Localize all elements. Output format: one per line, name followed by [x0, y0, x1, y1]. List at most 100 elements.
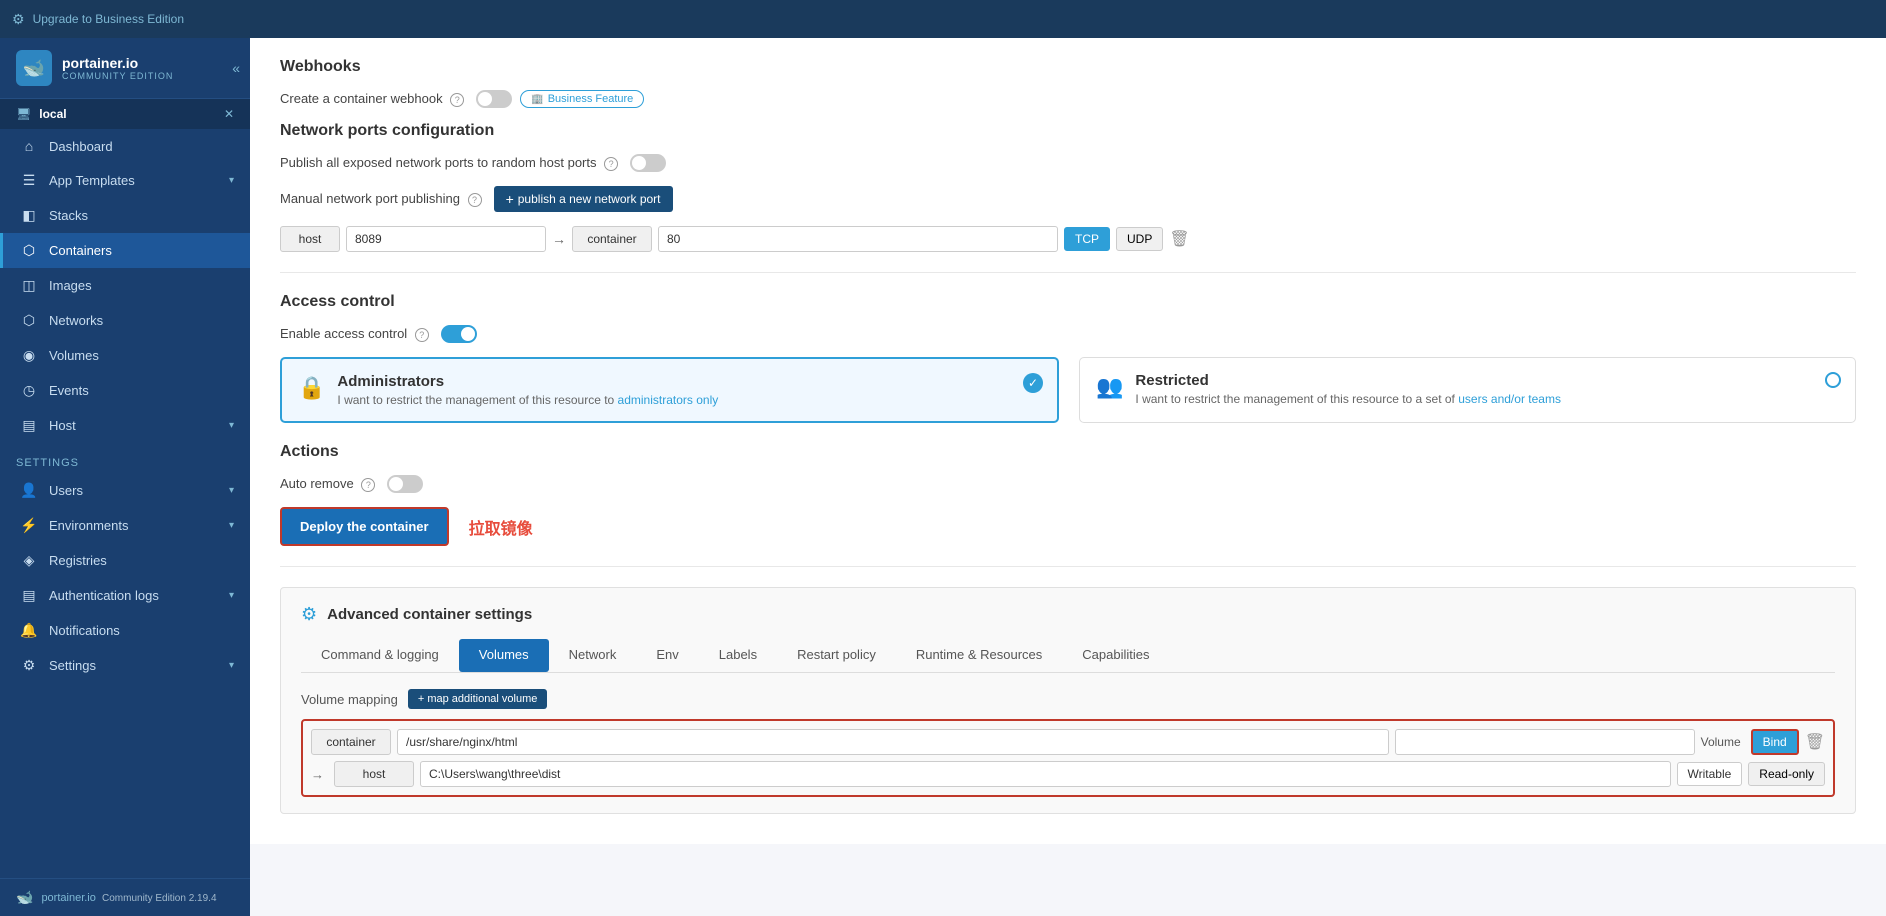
footer-text: portainer.io Community Edition 2.19.4 [41, 892, 216, 904]
env-icon: 🖥 [16, 107, 31, 121]
webhook-create-label: Create a container webhook ? [280, 91, 464, 107]
auto-remove-row: Auto remove ? [280, 475, 1856, 493]
registries-icon: ◈ [19, 552, 39, 569]
upgrade-icon: ⚙ [12, 11, 25, 28]
auto-remove-help-icon[interactable]: ? [361, 478, 375, 492]
upgrade-banner[interactable]: ⚙ Upgrade to Business Edition [0, 0, 1886, 38]
advanced-header: ⚙ Advanced container settings [301, 604, 1835, 625]
sidebar-label-events: Events [49, 383, 234, 398]
sidebar-item-networks[interactable]: ⬡ Networks [0, 303, 250, 338]
sidebar-item-volumes[interactable]: ◉ Volumes [0, 338, 250, 373]
volume-mapping-header: Volume mapping + map additional volume [301, 689, 1835, 709]
sidebar-item-dashboard[interactable]: ⌂ Dashboard [0, 129, 250, 163]
env-close-btn[interactable]: ✕ [224, 107, 234, 121]
upgrade-label: Upgrade to Business Edition [33, 12, 184, 26]
advanced-tabs-bar: Command & logging Volumes Network Env La… [301, 639, 1835, 673]
host-port-input[interactable] [346, 226, 546, 252]
logo-icon: 🐋 [16, 50, 52, 86]
access-control-toggle[interactable] [441, 325, 477, 343]
map-additional-volume-btn[interactable]: + map additional volume [408, 689, 548, 709]
tcp-btn[interactable]: TCP [1064, 227, 1110, 251]
sidebar-label-auth-logs: Authentication logs [49, 588, 229, 603]
bind-btn[interactable]: Bind [1751, 729, 1799, 755]
vol-container-host-path[interactable] [1395, 729, 1695, 755]
business-badge-icon: 🏢 [531, 94, 543, 105]
delete-port-btn[interactable]: 🗑 [1169, 229, 1189, 249]
tab-runtime-resources[interactable]: Runtime & Resources [896, 639, 1062, 672]
tab-volumes[interactable]: Volumes [459, 639, 549, 672]
tab-network[interactable]: Network [549, 639, 637, 672]
deploy-container-btn[interactable]: Deploy the container [280, 507, 449, 546]
container-label-input [572, 226, 652, 252]
sidebar-item-settings[interactable]: ⚙ Settings ▾ [0, 648, 250, 683]
port-mapping-row: → TCP UDP 🗑 [280, 226, 1856, 252]
volume-table: Volume Bind 🗑 → Writable Read-only [301, 719, 1835, 797]
volume-map-title: Volume mapping [301, 692, 398, 707]
sidebar-item-containers[interactable]: ⬡ Containers [0, 233, 250, 268]
vol-host-path[interactable] [420, 761, 1671, 787]
sidebar-item-users[interactable]: 👤 Users ▾ [0, 473, 250, 508]
auto-remove-toggle[interactable] [387, 475, 423, 493]
publish-all-toggle[interactable] [630, 154, 666, 172]
udp-btn[interactable]: UDP [1116, 227, 1163, 251]
webhook-toggle[interactable] [476, 90, 512, 108]
home-icon: ⌂ [19, 138, 39, 154]
container-port-input[interactable] [658, 226, 1058, 252]
access-card-administrators[interactable]: 🔒 Administrators I want to restrict the … [280, 357, 1059, 423]
chevron-env-icon: ▾ [229, 520, 234, 531]
webhook-help-icon[interactable]: ? [450, 93, 464, 107]
divider-1 [280, 272, 1856, 273]
access-cards-container: 🔒 Administrators I want to restrict the … [280, 357, 1856, 423]
sidebar-item-stacks[interactable]: ◧ Stacks [0, 198, 250, 233]
sidebar-item-app-templates[interactable]: ☰ App Templates ▾ [0, 163, 250, 198]
auth-logs-icon: ▤ [19, 587, 39, 604]
vol-container-path[interactable] [397, 729, 1389, 755]
sidebar-item-host[interactable]: ▤ Host ▾ [0, 408, 250, 443]
footer-brand: portainer.io [41, 892, 95, 904]
enable-ac-help-icon[interactable]: ? [415, 328, 429, 342]
networks-icon: ⬡ [19, 312, 39, 329]
manual-port-row: Manual network port publishing ? + publi… [280, 186, 1856, 212]
webhooks-title: Webhooks [280, 58, 1856, 76]
sidebar-item-registries[interactable]: ◈ Registries [0, 543, 250, 578]
tab-env[interactable]: Env [636, 639, 698, 672]
sidebar-item-images[interactable]: ◫ Images [0, 268, 250, 303]
writable-btn[interactable]: Writable [1677, 762, 1743, 786]
sidebar-label-registries: Registries [49, 553, 234, 568]
manual-port-help-icon[interactable]: ? [468, 193, 482, 207]
sidebar-item-events[interactable]: ◷ Events [0, 373, 250, 408]
tab-restart-policy[interactable]: Restart policy [777, 639, 896, 672]
readonly-btn[interactable]: Read-only [1748, 762, 1825, 786]
sidebar-item-notifications[interactable]: 🔔 Notifications [0, 613, 250, 648]
vol-container-label [311, 729, 391, 755]
logo-edition: COMMUNITY EDITION [62, 71, 173, 81]
footer-logo-icon: 🐋 [16, 889, 33, 906]
access-card-restricted[interactable]: 👥 Restricted I want to restrict the mana… [1079, 357, 1856, 423]
delete-vol-row-btn[interactable]: 🗑 [1805, 732, 1825, 752]
restricted-radio[interactable] [1825, 372, 1841, 388]
access-control-row: Enable access control ? [280, 325, 1856, 343]
restricted-icon: 👥 [1096, 374, 1123, 400]
tab-command-logging[interactable]: Command & logging [301, 639, 459, 672]
sidebar-item-auth-logs[interactable]: ▤ Authentication logs ▾ [0, 578, 250, 613]
publish-all-row: Publish all exposed network ports to ran… [280, 154, 1856, 172]
publish-new-port-btn[interactable]: + publish a new network port [494, 186, 673, 212]
sidebar-label-settings: Settings [49, 658, 229, 673]
vol-host-label [334, 761, 414, 787]
settings-section-label: Settings [0, 443, 250, 473]
sidebar-label-stacks: Stacks [49, 208, 234, 223]
restricted-card-title: Restricted [1135, 372, 1561, 389]
host-arrow-icon: → [311, 767, 324, 782]
tab-labels[interactable]: Labels [699, 639, 777, 672]
tab-capabilities[interactable]: Capabilities [1062, 639, 1169, 672]
sidebar-collapse-btn[interactable]: « [232, 60, 240, 76]
footer-version: Community Edition 2.19.4 [102, 893, 217, 904]
logo-name: portainer.io [62, 55, 173, 72]
network-ports-title: Network ports configuration [280, 122, 1856, 140]
administrators-icon: 🔒 [298, 375, 325, 401]
chevron-users-icon: ▾ [229, 485, 234, 496]
admin-card-title: Administrators [337, 373, 718, 390]
publish-all-help-icon[interactable]: ? [604, 157, 618, 171]
sidebar-label-environments: Environments [49, 518, 229, 533]
sidebar-item-environments[interactable]: ⚡ Environments ▾ [0, 508, 250, 543]
